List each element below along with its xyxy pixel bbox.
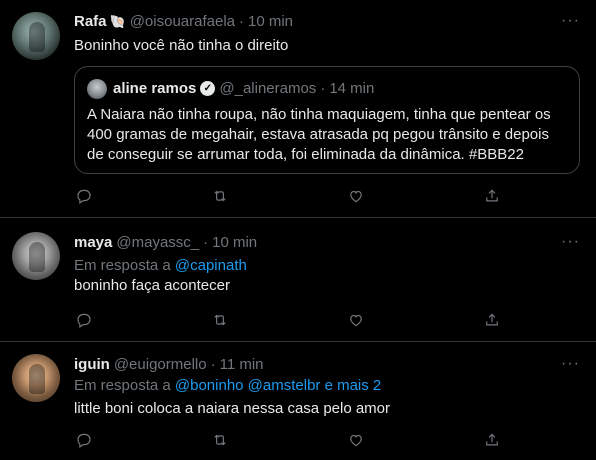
tweet-header: maya @mayassc_ · 10 min <box>74 234 257 251</box>
like-icon[interactable] <box>346 186 366 206</box>
share-icon[interactable] <box>482 186 502 206</box>
more-options-icon[interactable]: ··· <box>561 233 580 251</box>
tweet[interactable]: maya @mayassc_ · 10 min ··· Em resposta … <box>0 218 596 342</box>
display-name[interactable]: maya <box>74 234 112 251</box>
separator-dot: · <box>203 234 209 251</box>
timestamp[interactable]: 10 min <box>248 13 293 30</box>
reply-context: Em resposta a @boninho @amstelbr e mais … <box>74 377 381 394</box>
quoted-display-name: aline ramos <box>113 80 197 97</box>
username[interactable]: @mayassc_ <box>116 234 199 251</box>
tweet-actions <box>74 430 504 450</box>
avatar[interactable] <box>12 12 60 60</box>
tweet[interactable]: Rafa 🐚 @oisouarafaela · 10 min ··· Bonin… <box>0 0 596 216</box>
separator-dot: · <box>239 13 244 30</box>
timestamp[interactable]: 10 min <box>212 234 257 251</box>
reply-prefix: Em resposta a <box>74 257 171 274</box>
quoted-tweet[interactable]: aline ramos ✓ @_alineramos · 14 min A Na… <box>74 66 580 174</box>
reply-context: Em resposta a @capinath <box>74 257 247 274</box>
reply-icon[interactable] <box>74 186 94 206</box>
quoted-text: A Naiara não tinha roupa, não tinha maqu… <box>87 106 551 163</box>
quoted-timestamp: 14 min <box>329 80 375 97</box>
like-icon[interactable] <box>346 430 366 450</box>
avatar[interactable] <box>12 354 60 402</box>
tweet-header: iguin @euigormello · 11 min <box>74 356 264 373</box>
quoted-avatar <box>87 79 107 99</box>
retweet-icon[interactable] <box>210 430 230 450</box>
reply-mention-link[interactable]: @boninho @amstelbr e mais 2 <box>175 377 381 394</box>
reply-prefix: Em resposta a <box>74 377 171 394</box>
retweet-icon[interactable] <box>210 310 230 330</box>
like-icon[interactable] <box>346 310 366 330</box>
username[interactable]: @euigormello <box>114 356 207 373</box>
reply-icon[interactable] <box>74 310 94 330</box>
share-icon[interactable] <box>482 430 502 450</box>
more-options-icon[interactable]: ··· <box>561 12 580 30</box>
quoted-header: aline ramos ✓ @_alineramos · 14 min <box>113 80 374 97</box>
reply-icon[interactable] <box>74 430 94 450</box>
shell-emoji-icon: 🐚 <box>109 13 126 29</box>
separator-dot: · <box>210 356 216 373</box>
tweet-actions <box>74 310 504 330</box>
tweet-actions <box>74 186 504 206</box>
share-icon[interactable] <box>482 310 502 330</box>
quoted-username: @_alineramos <box>219 80 317 97</box>
retweet-icon[interactable] <box>210 186 230 206</box>
tweet-text: boninho faça acontecer <box>74 277 230 294</box>
username[interactable]: @oisouarafaela <box>130 13 235 30</box>
timestamp[interactable]: 11 min <box>220 356 264 373</box>
tweet-text: little boni coloca a naiara nessa casa p… <box>74 400 391 417</box>
reply-mention-link[interactable]: @capinath <box>175 257 247 274</box>
tweet-text: Boninho você não tinha o direito <box>74 37 289 54</box>
separator-dot: · <box>320 80 326 97</box>
display-name[interactable]: Rafa <box>74 13 107 30</box>
tweet[interactable]: iguin @euigormello · 11 min ··· Em respo… <box>0 342 596 460</box>
tweet-header: Rafa 🐚 @oisouarafaela · 10 min <box>74 13 293 30</box>
avatar[interactable] <box>12 232 60 280</box>
display-name[interactable]: iguin <box>74 356 110 373</box>
verified-badge-icon: ✓ <box>200 81 216 96</box>
more-options-icon[interactable]: ··· <box>561 355 580 373</box>
